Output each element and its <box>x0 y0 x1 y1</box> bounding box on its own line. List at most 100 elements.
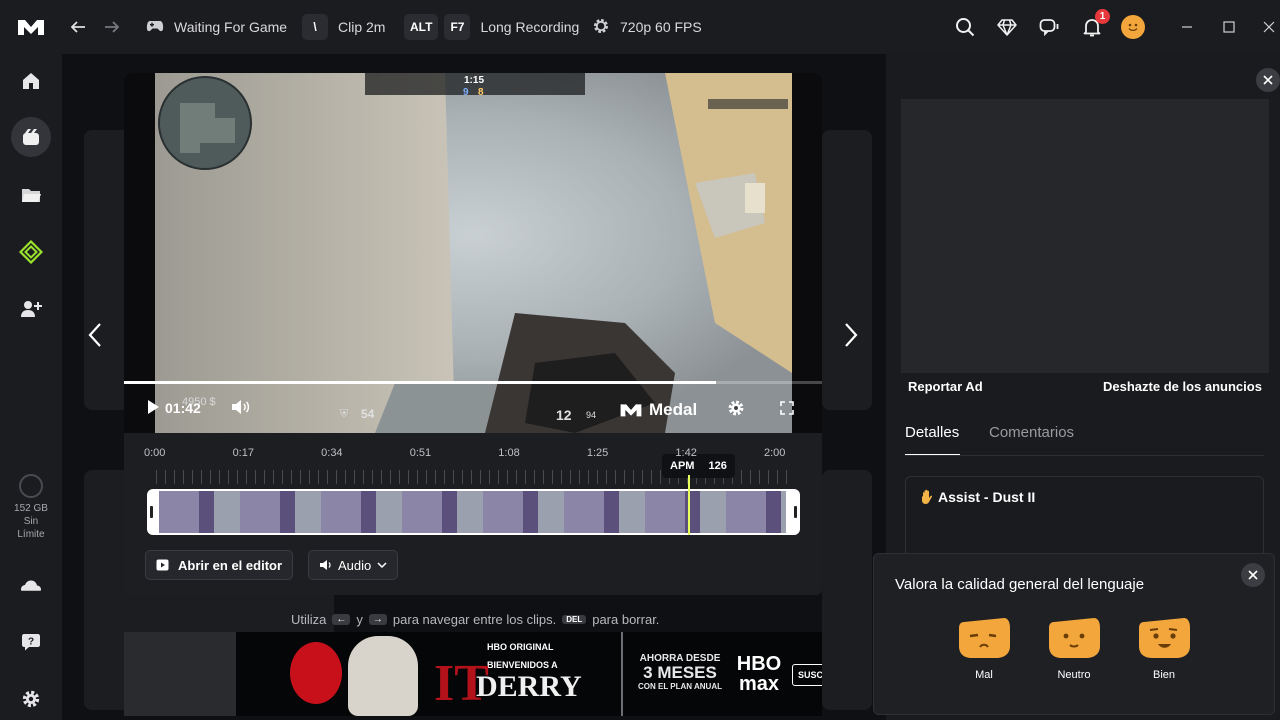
tabs-divider <box>905 455 1264 456</box>
hint-middle: para navegar entre los clips. <box>392 611 557 627</box>
next-clip-arrow-icon[interactable] <box>842 322 860 353</box>
remove-ads-link[interactable]: Deshazte de los anuncios <box>1103 379 1262 394</box>
letterbox-right <box>792 73 822 433</box>
hbo-logo-text: HBO <box>736 653 782 675</box>
maximize-icon[interactable] <box>1217 15 1241 39</box>
shield-hud-icon: ⛨ <box>340 408 349 420</box>
sad-face-icon <box>959 618 1010 658</box>
round-timer: 1:15 <box>464 75 485 86</box>
avatar[interactable] <box>1121 15 1145 39</box>
help-icon[interactable]: ? <box>11 622 51 662</box>
health-readout: 54 <box>361 407 375 421</box>
close-rating-icon[interactable] <box>1241 563 1265 587</box>
home-icon[interactable] <box>11 61 51 101</box>
clip-card[interactable] <box>822 470 872 710</box>
clip-title-row: Assist - Dust II <box>920 489 1035 505</box>
storage-info[interactable]: 152 GB Sin Límite <box>0 502 62 541</box>
trim-handle-right[interactable] <box>794 506 797 518</box>
minimize-icon[interactable] <box>1175 15 1199 39</box>
rating-label-neutral: Neutro <box>1057 669 1091 681</box>
quality-setting[interactable]: 720p 60 FPS <box>592 0 702 54</box>
tab-comments[interactable]: Comentarios <box>989 424 1074 441</box>
ad-placeholder <box>124 632 236 716</box>
game-status[interactable]: Waiting For Game <box>146 0 287 54</box>
rating-option-neutral[interactable]: Neutro <box>1043 614 1105 681</box>
medal-logo-icon[interactable] <box>16 15 46 39</box>
letterbox-left <box>124 73 155 433</box>
rating-popup: Valora la calidad general del lenguaje M… <box>873 553 1275 715</box>
storage-size: 152 GB <box>14 503 48 514</box>
ad-line2: BIENVENIDOS A <box>487 660 558 670</box>
apm-value: 126 <box>708 460 727 472</box>
gear-icon <box>592 17 610 38</box>
ad-subscribe-button[interactable]: SUSC <box>792 664 822 686</box>
hint-suffix: para borrar. <box>592 611 660 627</box>
folder-icon[interactable] <box>11 175 51 215</box>
diamond-icon[interactable] <box>995 15 1019 39</box>
storage-ring-icon <box>19 474 43 498</box>
rating-option-bad[interactable]: Mal <box>953 614 1015 681</box>
notification-badge: 1 <box>1095 9 1110 24</box>
ammo-readout: 12 <box>556 407 572 423</box>
timeline-tick-label: 1:08 <box>498 447 520 459</box>
trim-handle-left[interactable] <box>150 506 153 518</box>
quality-label: 720p 60 FPS <box>620 19 702 35</box>
playback-progress-track[interactable] <box>124 381 822 384</box>
bell-icon[interactable]: 1 <box>1080 9 1110 39</box>
search-icon[interactable] <box>953 15 977 39</box>
apm-tooltip: APM 126 <box>662 454 735 478</box>
playback-progress-fill <box>124 381 716 384</box>
open-editor-button[interactable]: Abrir en el editor <box>145 550 294 580</box>
score-right: 8 <box>478 87 484 98</box>
playhead[interactable] <box>688 475 690 535</box>
chat-icon[interactable] <box>1037 15 1061 39</box>
timeline-tick-label: 0:17 <box>232 447 254 459</box>
rating-question: Valora la calidad general del lenguaje <box>895 576 1145 593</box>
timeline-tick-label: 0:34 <box>321 447 343 459</box>
back-arrow-icon[interactable] <box>66 15 90 39</box>
recording-label: Long Recording <box>480 19 580 35</box>
premium-diamond-icon[interactable] <box>11 232 51 272</box>
ad-banner[interactable]: HBO ORIGINAL BIENVENIDOS A IT DERRY AHOR… <box>124 632 822 716</box>
chevron-down-icon <box>377 562 387 568</box>
clip-card[interactable] <box>822 130 872 410</box>
close-window-icon[interactable] <box>1257 15 1280 39</box>
clip-hotkey[interactable]: \ Clip 2m <box>302 0 385 54</box>
video-player[interactable]: 1:15 9 8 4950 $ ⛨ 54 12 94 01:42 Medal <box>124 73 822 433</box>
editor-icon <box>156 559 169 571</box>
timeline-tick-label: 0:51 <box>409 447 432 459</box>
apm-label: APM <box>670 460 695 472</box>
player-settings-icon[interactable] <box>727 399 745 422</box>
filmstrip-thumbnails <box>159 491 786 533</box>
audio-label: Audio <box>338 557 372 573</box>
volume-icon[interactable] <box>231 399 251 420</box>
close-panel-icon[interactable] <box>1256 68 1280 92</box>
sidebar: 152 GB Sin Límite ? <box>0 54 62 720</box>
settings-gear-icon[interactable] <box>11 679 51 719</box>
add-friend-icon[interactable] <box>11 289 51 329</box>
previous-clip-arrow-icon[interactable] <box>86 322 104 353</box>
hand-icon <box>920 489 934 505</box>
cloud-upload-icon[interactable] <box>11 567 51 607</box>
play-icon[interactable] <box>146 399 160 420</box>
report-ad-link[interactable]: Reportar Ad <box>908 379 983 394</box>
max-logo-text: max <box>738 673 780 695</box>
alt-key: ALT <box>404 14 439 40</box>
rating-label-bad: Mal <box>975 669 993 681</box>
forward-arrow-icon[interactable] <box>100 15 124 39</box>
medal-watermark[interactable]: Medal <box>618 400 697 420</box>
fullscreen-icon[interactable] <box>780 401 794 420</box>
clips-icon[interactable] <box>11 117 51 157</box>
rating-option-good[interactable]: Bien <box>1133 614 1195 681</box>
clip-viewer-modal: 1:15 9 8 4950 $ ⛨ 54 12 94 01:42 Medal A… <box>124 73 822 595</box>
hint-prefix: Utiliza <box>291 611 327 627</box>
recording-hotkey[interactable]: ALT F7 Long Recording <box>404 0 579 54</box>
ad-slot[interactable] <box>901 99 1269 373</box>
tab-details[interactable]: Detalles <box>905 424 959 441</box>
ammo-reserve-readout: 94 <box>586 410 597 420</box>
audio-dropdown[interactable]: Audio <box>308 550 399 580</box>
medal-brand-icon <box>620 404 642 417</box>
neutral-face-icon <box>1049 618 1100 658</box>
clip-trimmer[interactable] <box>147 475 800 535</box>
ad-offer-line3: CON EL PLAN ANUAL <box>638 682 722 691</box>
